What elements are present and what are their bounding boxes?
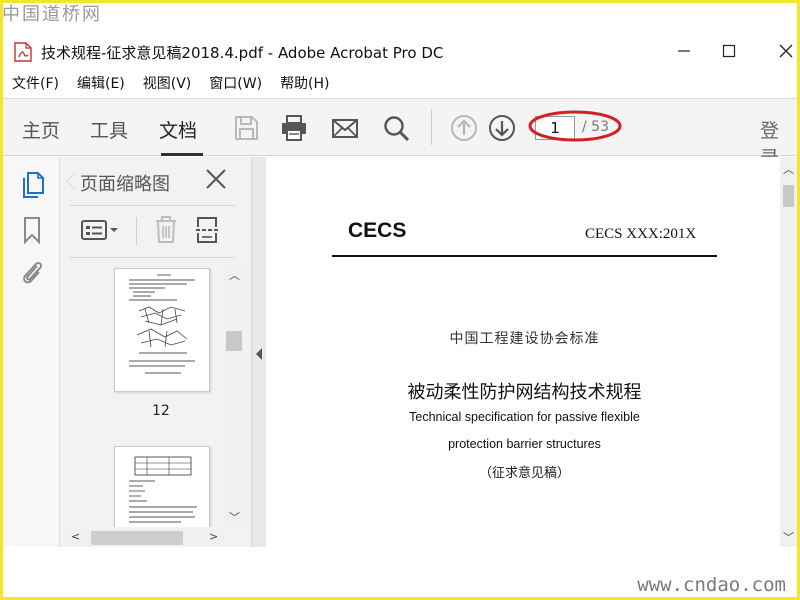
thumbnail-page-label: 12 xyxy=(152,403,170,419)
close-icon xyxy=(779,44,793,58)
toolbar-separator xyxy=(431,109,432,145)
menu-view[interactable]: 视图(V) xyxy=(134,72,201,96)
doc-header-right: CECS XXX:201X xyxy=(585,226,697,242)
doc-title-english-line-2: protection barrier structures xyxy=(448,437,601,451)
scrollbar-thumb[interactable] xyxy=(91,531,183,545)
active-tab-indicator xyxy=(161,153,203,156)
thumbnail-horizontal-scrollbar[interactable]: < > xyxy=(67,529,224,547)
watermark-site-name: 中国道桥网 xyxy=(2,4,102,25)
doc-title-english-line-1: Technical specification for passive flex… xyxy=(409,410,640,424)
page-up-icon[interactable] xyxy=(449,113,479,143)
panel-divider xyxy=(70,257,235,258)
scroll-right-arrow-icon[interactable]: > xyxy=(209,530,218,543)
doc-header-rule xyxy=(332,255,717,257)
navigation-rail xyxy=(3,157,60,547)
scroll-down-arrow-icon[interactable]: ﹀ xyxy=(229,509,240,525)
close-panel-icon[interactable] xyxy=(204,167,228,191)
scroll-down-arrow-icon[interactable]: ﹀ xyxy=(783,529,794,545)
doc-association: 中国工程建设协会标准 xyxy=(449,331,600,347)
page-thumbnail[interactable] xyxy=(114,268,210,392)
main-toolbar: 主页 工具 文档 登录 xyxy=(3,98,797,169)
page-preview-image xyxy=(129,274,195,374)
scrollbar-thumb[interactable] xyxy=(783,185,794,207)
pdf-file-icon xyxy=(14,42,32,62)
panel-pointer-icon xyxy=(66,173,75,189)
tab-document[interactable]: 文档 xyxy=(159,116,197,143)
extract-pages-icon[interactable] xyxy=(194,215,222,245)
tab-home[interactable]: 主页 xyxy=(22,116,60,143)
email-icon[interactable] xyxy=(330,113,360,143)
collapse-left-icon xyxy=(256,348,262,360)
thumbnail-vertical-scrollbar[interactable]: ︿ ﹀ xyxy=(224,265,244,527)
maximize-button[interactable] xyxy=(706,36,752,66)
panel-collapse-handle[interactable] xyxy=(252,157,266,547)
scroll-left-arrow-icon[interactable]: < xyxy=(71,530,80,543)
watermark-site-url: www.cndao.com xyxy=(637,574,786,596)
bookmark-icon[interactable] xyxy=(19,215,45,245)
panel-divider xyxy=(70,205,235,206)
scrollbar-thumb[interactable] xyxy=(226,331,242,351)
panel-tool-separator xyxy=(136,217,137,245)
doc-draft-note: （征求意见稿） xyxy=(478,466,570,481)
minimize-icon xyxy=(678,50,690,52)
minimize-button[interactable] xyxy=(661,36,707,66)
page-down-icon[interactable] xyxy=(487,113,517,143)
document-vertical-scrollbar[interactable]: ︿ ﹀ xyxy=(780,157,797,547)
menu-help[interactable]: 帮助(H) xyxy=(271,72,338,96)
page-thumbnail[interactable] xyxy=(114,446,210,527)
save-icon[interactable] xyxy=(231,113,261,143)
tab-tools[interactable]: 工具 xyxy=(90,116,128,143)
close-button[interactable] xyxy=(763,36,800,66)
scroll-up-arrow-icon[interactable]: ︿ xyxy=(229,267,240,283)
attachment-icon[interactable] xyxy=(19,257,45,287)
thumbnail-list: 12 xyxy=(60,265,225,527)
title-bar: 技术规程-征求意见稿2018.4.pdf - Adobe Acrobat Pro… xyxy=(3,32,797,70)
doc-header-left: CECS xyxy=(348,219,407,242)
highlight-circle-annotation xyxy=(528,110,622,142)
maximize-icon xyxy=(722,44,736,58)
menu-edit[interactable]: 编辑(E) xyxy=(68,72,134,96)
menu-file[interactable]: 文件(F) xyxy=(3,72,68,96)
search-icon[interactable] xyxy=(381,113,411,143)
page-preview-image xyxy=(129,456,197,523)
page-options-icon[interactable] xyxy=(80,215,120,245)
panel-title: 页面缩略图 xyxy=(80,174,170,195)
print-icon[interactable] xyxy=(279,113,309,143)
page-thumbnails-icon[interactable] xyxy=(19,170,45,200)
menu-bar: 文件(F) 编辑(E) 视图(V) 窗口(W) 帮助(H) xyxy=(3,72,797,96)
document-viewer[interactable] xyxy=(266,157,797,547)
window-title: 技术规程-征求意见稿2018.4.pdf - Adobe Acrobat Pro… xyxy=(41,44,444,62)
delete-page-icon[interactable] xyxy=(152,215,180,245)
scroll-up-arrow-icon[interactable]: ︿ xyxy=(783,161,794,177)
menu-window[interactable]: 窗口(W) xyxy=(200,72,271,96)
doc-title: 被动柔性防护网结构技术规程 xyxy=(407,382,642,403)
thumbnails-panel: 页面缩略图 12 ︿ ﹀ < > xyxy=(60,157,252,547)
